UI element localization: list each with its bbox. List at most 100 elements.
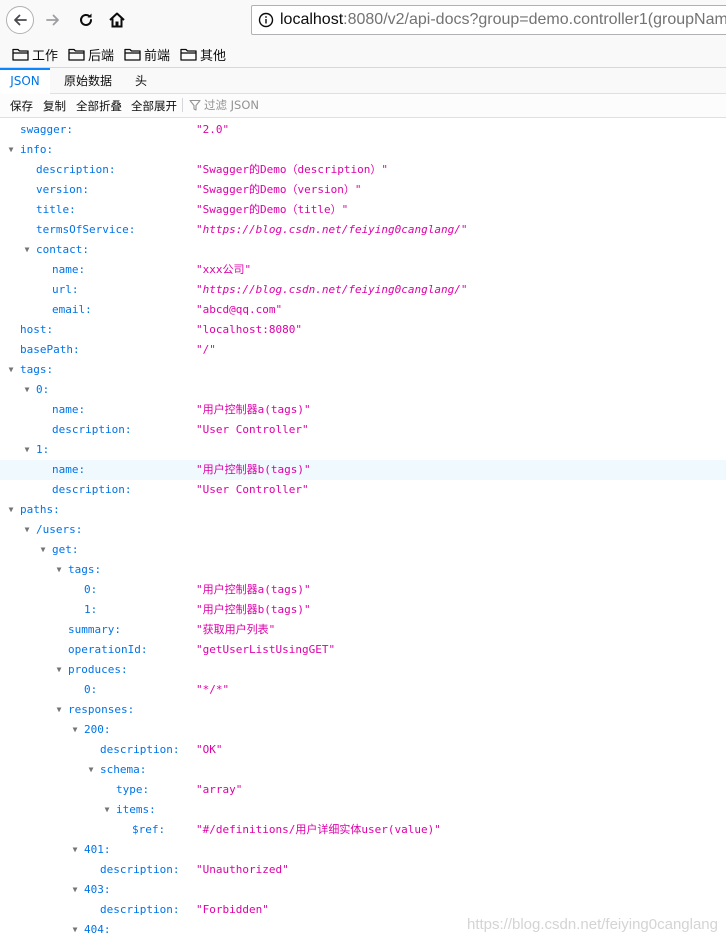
json-value: "https://blog.csdn.net/feiying0canglang/… [196,223,468,236]
json-key: schema: [100,763,147,776]
expand-toggle-icon[interactable]: ▼ [70,840,80,860]
json-key: description: [52,423,132,436]
url-host: localhost [280,11,344,28]
tree-node-row[interactable]: ▼ get: [0,540,726,560]
expand-toggle-icon[interactable]: ▼ [54,560,64,580]
tree-node-row[interactable]: ▼ 200: [0,720,726,740]
expand-toggle-icon[interactable]: ▼ [6,360,16,380]
reload-button[interactable] [72,6,100,34]
forward-button[interactable] [39,6,67,34]
browser-toolbar: localhost:8080/v2/api-docs?group=demo.co… [0,0,726,40]
json-value: "Swagger的Demo（description）" [196,163,388,176]
json-key: get: [52,543,79,556]
json-value: "getUserListUsingGET" [196,643,336,656]
url-bar[interactable]: localhost:8080/v2/api-docs?group=demo.co… [251,5,726,35]
json-key: name: [52,403,86,416]
expand-toggle-icon[interactable]: ▼ [54,700,64,720]
reload-icon [80,13,92,26]
tree-value-row: swagger: "2.0" [0,120,726,140]
tree-value-row: name: "用户控制器a(tags)" [0,400,726,420]
json-key: termsOfService: [36,223,136,236]
arrow-left-icon [14,14,27,26]
expand-toggle-icon[interactable]: ▼ [102,800,112,820]
tree-node-row[interactable]: ▼ produces: [0,660,726,680]
tree-node-row[interactable]: ▼ 1: [0,440,726,460]
info-icon[interactable] [258,12,274,28]
json-value: "用户控制器b(tags)" [196,603,311,616]
tree-node-row[interactable]: ▼ tags: [0,560,726,580]
tree-value-row: description: "OK" [0,740,726,760]
tree-node-row[interactable]: ▼ 403: [0,880,726,900]
json-key: description: [100,903,180,916]
tree-value-row: name: "用户控制器b(tags)" [0,460,726,480]
json-value: "2.0" [196,123,230,136]
filter-placeholder: 过滤 JSON [204,98,260,112]
bookmark-label: 前端 [144,48,171,64]
tree-node-row[interactable]: ▼ schema: [0,760,726,780]
tree-node-row[interactable]: ▼ /users: [0,520,726,540]
expand-toggle-icon[interactable]: ▼ [70,880,80,900]
expand-toggle-icon[interactable]: ▼ [22,240,32,260]
folder-icon [124,48,141,61]
json-key: 0: [36,383,50,396]
json-key: paths: [20,503,60,516]
json-value: "https://blog.csdn.net/feiying0canglang/… [196,283,468,296]
json-key: swagger: [20,123,73,136]
expand-toggle-icon[interactable]: ▼ [38,540,48,560]
tab-raw-data[interactable]: 原始数据 [64,68,112,93]
json-value: "获取用户列表" [196,623,276,636]
json-key: description: [52,483,132,496]
json-value: "用户控制器a(tags)" [196,403,311,416]
tree-node-row[interactable]: ▼ info: [0,140,726,160]
home-button[interactable] [103,6,131,34]
toolbar-divider [182,98,183,112]
tree-node-row[interactable]: ▼ tags: [0,360,726,380]
tree-node-row[interactable]: ▼ items: [0,800,726,820]
tree-node-row[interactable]: ▼ 0: [0,380,726,400]
expand-toggle-icon[interactable]: ▼ [86,760,96,780]
tree-node-row[interactable]: ▼ contact: [0,240,726,260]
expand-toggle-icon[interactable]: ▼ [22,440,32,460]
bookmark-folder-other[interactable]: 其他 [180,45,226,64]
tree-value-row: basePath: "/" [0,340,726,360]
filter-icon [189,99,201,111]
tree-value-row: name: "xxx公司" [0,260,726,280]
tab-json[interactable]: JSON [0,68,50,95]
tree-value-row: description: "Swagger的Demo（description）" [0,160,726,180]
bookmark-folder-frontend[interactable]: 前端 [124,45,171,64]
expand-toggle-icon[interactable]: ▼ [54,660,64,680]
folder-icon [12,48,29,61]
json-key: items: [116,803,156,816]
json-toolbar: 保存 复制 全部折叠 全部展开 过滤 JSON [0,94,726,118]
expand-all-button[interactable]: 全部展开 [131,98,177,114]
save-button[interactable]: 保存 [10,98,33,114]
json-key: responses: [68,703,135,716]
expand-toggle-icon[interactable]: ▼ [6,500,16,520]
expand-toggle-icon[interactable]: ▼ [70,920,80,940]
expand-toggle-icon[interactable]: ▼ [6,140,16,160]
expand-toggle-icon[interactable]: ▼ [22,520,32,540]
json-key: summary: [68,623,121,636]
json-key: 0: [84,683,98,696]
bookmark-folder-backend[interactable]: 后端 [68,45,114,64]
json-key: 401: [84,843,111,856]
expand-toggle-icon[interactable]: ▼ [22,380,32,400]
tree-value-row: version: "Swagger的Demo（version）" [0,180,726,200]
json-key: /users: [36,523,83,536]
tree-node-row[interactable]: ▼ 401: [0,840,726,860]
tree-value-row: termsOfService: "https://blog.csdn.net/fe… [0,220,726,240]
json-key: host: [20,323,54,336]
tree-node-row[interactable]: ▼ responses: [0,700,726,720]
json-value: "Forbidden" [196,903,269,916]
expand-toggle-icon[interactable]: ▼ [70,720,80,740]
tree-node-row[interactable]: ▼ paths: [0,500,726,520]
back-button[interactable] [6,6,34,34]
copy-button[interactable]: 复制 [43,98,66,114]
arrow-right-icon [46,14,59,26]
tab-headers[interactable]: 头 [135,68,147,93]
json-key: description: [100,863,180,876]
collapse-all-button[interactable]: 全部折叠 [76,98,122,114]
filter-json-input[interactable]: 过滤 JSON [189,97,259,113]
url-path: :8080/v2/api-docs?group=demo.controller1… [343,11,726,28]
bookmark-folder-work[interactable]: 工作 [12,45,58,64]
